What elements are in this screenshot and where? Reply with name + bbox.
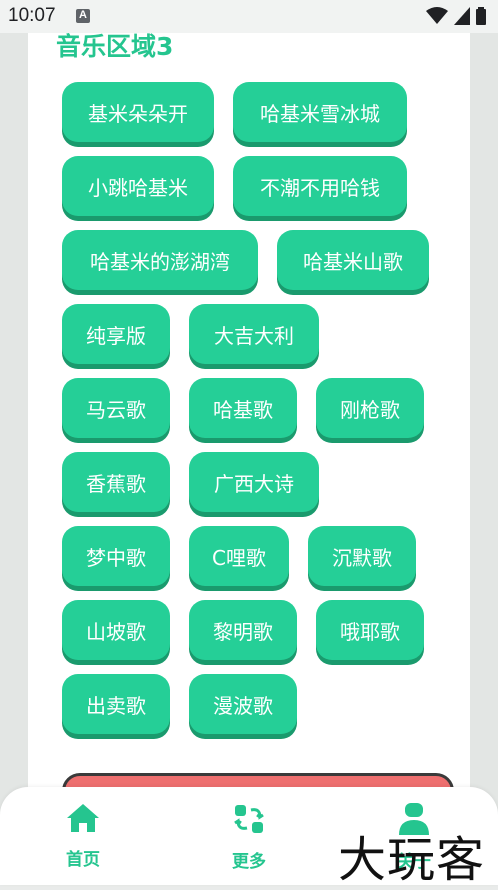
nav-more[interactable]: 更多 xyxy=(219,803,279,872)
song-chip[interactable]: 沉默歌 xyxy=(308,526,416,586)
signal-icon xyxy=(454,7,470,25)
status-time: 10:07 xyxy=(8,5,56,26)
watermark-logo: 大玩客 xyxy=(338,832,486,888)
song-chip[interactable]: 纯享版 xyxy=(62,304,170,364)
song-chip[interactable]: C哩歌 xyxy=(189,526,289,586)
song-chip[interactable]: 广西大诗 xyxy=(189,452,319,512)
nav-home[interactable]: 首页 xyxy=(53,803,113,870)
song-chip[interactable]: 山坡歌 xyxy=(62,600,170,660)
song-chip[interactable]: 哦耶歌 xyxy=(316,600,424,660)
swap-icon xyxy=(234,805,264,833)
backdrop-right xyxy=(470,33,498,885)
song-chip[interactable]: 小跳哈基米 xyxy=(62,156,214,216)
song-chip[interactable]: 哈基米的澎湖湾 xyxy=(62,230,258,290)
song-chip[interactable]: 香蕉歌 xyxy=(62,452,170,512)
notification-icon: A xyxy=(76,9,90,23)
section-title: 音乐区域3 xyxy=(56,32,174,61)
song-chip[interactable]: 黎明歌 xyxy=(189,600,297,660)
backdrop-left xyxy=(0,33,28,885)
home-icon xyxy=(67,804,99,832)
song-chip[interactable]: 梦中歌 xyxy=(62,526,170,586)
song-chip[interactable]: 刚枪歌 xyxy=(316,378,424,438)
song-chip[interactable]: 不潮不用哈钱 xyxy=(233,156,407,216)
nav-more-label: 更多 xyxy=(232,852,266,872)
nav-home-label: 首页 xyxy=(66,850,100,870)
song-chip[interactable]: 哈基米雪冰城 xyxy=(233,82,407,142)
wifi-icon xyxy=(426,7,448,24)
song-chip[interactable]: 大吉大利 xyxy=(189,304,319,364)
song-chip[interactable]: 马云歌 xyxy=(62,378,170,438)
song-chip[interactable]: 漫波歌 xyxy=(189,674,297,734)
song-chip[interactable]: 哈基歌 xyxy=(189,378,297,438)
song-chip[interactable]: 出卖歌 xyxy=(62,674,170,734)
song-chip[interactable]: 基米朵朵开 xyxy=(62,82,214,142)
song-chip[interactable]: 哈基米山歌 xyxy=(277,230,429,290)
battery-icon xyxy=(476,7,486,25)
